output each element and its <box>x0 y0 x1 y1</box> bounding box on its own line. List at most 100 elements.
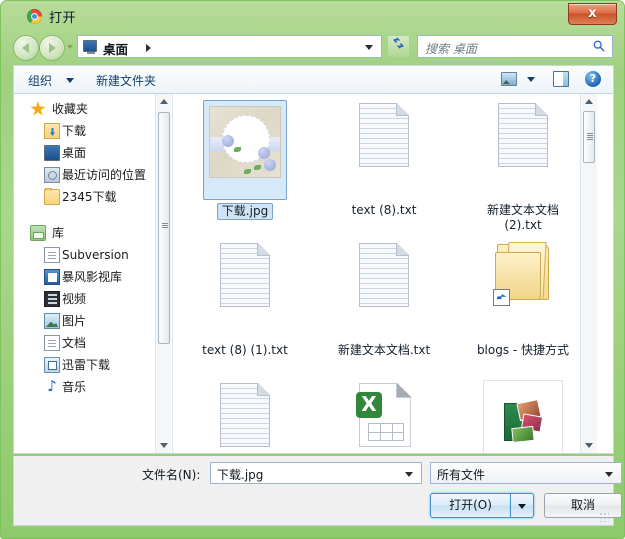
file-item[interactable] <box>179 378 311 453</box>
breadcrumb-chevron-icon[interactable] <box>146 44 151 52</box>
text-file-icon <box>220 383 270 447</box>
sidebar-item-2345-download[interactable]: 2345下载 <box>14 186 164 208</box>
address-dropdown-icon[interactable] <box>365 45 373 50</box>
desktop-icon <box>83 40 97 54</box>
sidebar-item-desktop[interactable]: 桌面 <box>14 142 164 164</box>
help-icon[interactable]: ? <box>585 71 601 87</box>
music-note-icon: ♪ <box>47 377 57 395</box>
filetype-value[interactable]: 所有文件 <box>437 466 485 483</box>
history-dropdown-icon[interactable] <box>67 45 73 49</box>
search-box[interactable]: 搜索 桌面 <box>417 35 613 58</box>
document-icon <box>44 335 60 351</box>
sidebar-item-subversion[interactable]: Subversion <box>14 244 164 266</box>
sidebar-item-label: 音乐 <box>62 380 87 394</box>
folder-icon <box>44 188 60 205</box>
organize-button[interactable]: 组织 <box>28 72 52 89</box>
resize-grip[interactable] <box>599 512 609 522</box>
forward-button[interactable] <box>39 35 65 61</box>
filename-value[interactable]: 下载.jpg <box>217 466 263 483</box>
sidebar-item-label: Subversion <box>62 248 129 262</box>
chevron-down-icon[interactable] <box>605 472 613 477</box>
scroll-up-icon[interactable] <box>585 99 593 104</box>
video-library-icon <box>44 269 60 285</box>
scroll-down-icon[interactable] <box>160 443 168 448</box>
file-list-scrollbar[interactable] <box>580 94 597 453</box>
file-item[interactable]: 新建文本文档.txt <box>318 238 450 378</box>
sidebar-item-label: 2345下载 <box>62 190 117 204</box>
scroll-up-icon[interactable] <box>160 99 168 104</box>
file-item[interactable]: 下载.jpg <box>179 98 311 238</box>
address-bar[interactable]: 桌面 <box>77 35 382 58</box>
cancel-button-label: 取消 <box>570 498 595 512</box>
sidebar-item-videos[interactable]: 视频 <box>14 288 164 310</box>
file-name: text (8) (1).txt <box>202 343 288 357</box>
window-title: 打开 <box>49 11 77 26</box>
sidebar-item-documents[interactable]: 文档 <box>14 332 164 354</box>
content-area: 收藏夹 下载 桌面 最近访问的位置 2345下载 库 Subversion 暴风… <box>13 93 614 454</box>
file-item[interactable]: X <box>318 378 450 453</box>
new-folder-button[interactable]: 新建文件夹 <box>96 72 156 89</box>
sidebar-item-downloads[interactable]: 下载 <box>14 120 164 142</box>
refresh-button[interactable] <box>387 35 410 58</box>
organize-caret-icon[interactable] <box>66 78 74 83</box>
file-item[interactable]: text (8) (1).txt <box>179 238 311 378</box>
flower-icon <box>222 135 234 147</box>
view-caret-icon[interactable] <box>527 77 535 82</box>
folder-shortcut-icon <box>493 242 553 306</box>
image-thumbnail <box>209 106 281 178</box>
file-list-scroll-thumb[interactable] <box>583 111 595 163</box>
scroll-down-icon[interactable] <box>585 443 593 448</box>
forward-arrow-icon <box>49 43 56 53</box>
cancel-button[interactable]: 取消 <box>544 493 622 518</box>
open-button-label: 打开(O) <box>449 498 492 512</box>
file-thumbnail <box>457 378 589 453</box>
excel-badge-icon: X <box>356 392 382 418</box>
sidebar-group-libraries[interactable]: 库 <box>14 222 164 244</box>
search-icon <box>593 40 605 52</box>
sidebar-item-label: 最近访问的位置 <box>62 168 147 182</box>
file-item[interactable]: text (8).txt <box>318 98 450 238</box>
file-item[interactable]: 新建文本文档 (2).txt <box>457 98 589 238</box>
search-input[interactable]: 搜索 桌面 <box>425 40 477 57</box>
view-icon[interactable] <box>501 72 517 86</box>
text-file-icon <box>498 103 548 167</box>
file-name: 新建文本文档 (2).txt <box>486 203 559 232</box>
sidebar-scrollbar[interactable] <box>155 94 171 453</box>
close-button[interactable]: x <box>568 3 617 25</box>
sidebar-item-label: 文档 <box>62 336 87 350</box>
sidebar-item-pictures[interactable]: 图片 <box>14 310 164 332</box>
file-thumbnail <box>318 238 450 343</box>
sidebar-item-thunder-download[interactable]: 迅雷下载 <box>14 354 164 376</box>
file-name: blogs - 快捷方式 <box>476 343 570 357</box>
film-icon <box>44 291 60 307</box>
open-button[interactable]: 打开(O) <box>430 493 511 518</box>
leaf-icon <box>234 147 241 152</box>
title-bar: 打开 x <box>1 1 624 31</box>
sidebar-item-recent-places[interactable]: 最近访问的位置 <box>14 164 164 186</box>
download-folder-icon <box>44 123 60 139</box>
sidebar-item-music[interactable]: ♪ 音乐 <box>14 376 164 398</box>
sidebar-scroll-thumb[interactable] <box>158 112 170 344</box>
text-file-icon <box>220 243 270 307</box>
preview-pane-icon[interactable] <box>553 71 569 87</box>
file-thumbnail <box>179 238 311 343</box>
navigation-bar: 桌面 搜索 桌面 <box>1 31 624 63</box>
sidebar-group-favorites[interactable]: 收藏夹 <box>14 98 164 120</box>
open-dropdown-button[interactable] <box>511 493 534 518</box>
back-button[interactable] <box>13 35 39 61</box>
filename-input[interactable]: 下载.jpg <box>210 462 422 484</box>
filetype-select[interactable]: 所有文件 <box>430 462 622 484</box>
back-arrow-icon <box>22 43 29 53</box>
desktop-icon <box>44 145 60 161</box>
file-thumbnail <box>457 238 589 343</box>
file-item[interactable] <box>457 378 589 453</box>
chevron-down-icon <box>518 504 526 509</box>
sidebar-item-baofeng-library[interactable]: 暴风影视库 <box>14 266 164 288</box>
close-icon: x <box>588 6 597 21</box>
file-name: text (8).txt <box>351 203 417 217</box>
chevron-down-icon[interactable] <box>405 472 413 477</box>
breadcrumb-current[interactable]: 桌面 <box>103 39 128 58</box>
file-item[interactable]: blogs - 快捷方式 <box>457 238 589 378</box>
shortcut-arrow-icon <box>493 289 510 306</box>
